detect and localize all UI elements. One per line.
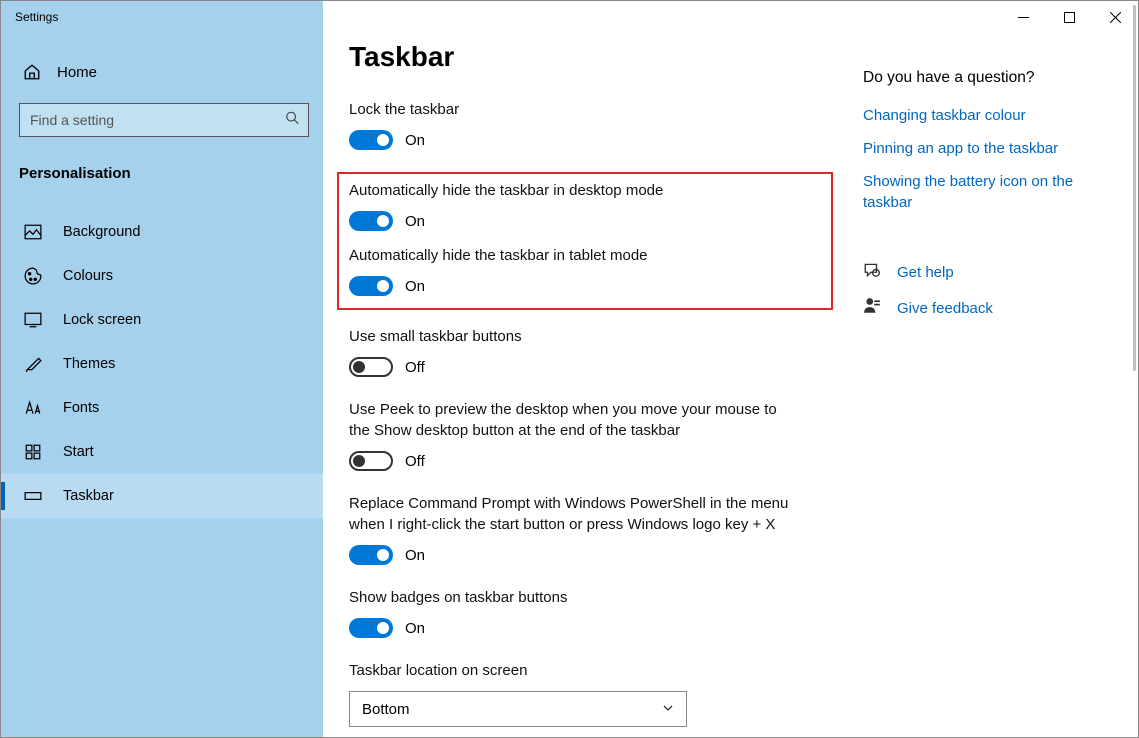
setting-powershell: Replace Command Prompt with Windows Powe… xyxy=(349,493,833,565)
setting-badges: Show badges on taskbar buttons On xyxy=(349,587,833,638)
sidebar-item-background[interactable]: Background xyxy=(1,210,323,254)
nav: Background Colours Lock screen Themes xyxy=(1,200,323,518)
toggle-state: Off xyxy=(405,453,425,470)
sidebar-item-lockscreen[interactable]: Lock screen xyxy=(1,298,323,342)
picture-icon xyxy=(23,223,43,241)
help-link-pin-app[interactable]: Pinning an app to the taskbar xyxy=(863,138,1101,159)
home-label: Home xyxy=(57,64,97,81)
sidebar-item-label: Fonts xyxy=(63,400,99,416)
get-help-label: Get help xyxy=(897,264,954,281)
get-help-link[interactable]: Get help xyxy=(863,261,1101,283)
toggle-state: On xyxy=(405,132,425,149)
toggle-state: On xyxy=(405,213,425,230)
window-controls xyxy=(1000,1,1138,33)
setting-label: Replace Command Prompt with Windows Powe… xyxy=(349,493,789,535)
setting-label: Show badges on taskbar buttons xyxy=(349,587,789,608)
toggle-powershell[interactable] xyxy=(349,545,393,565)
sidebar-item-label: Lock screen xyxy=(63,312,141,328)
app-title: Settings xyxy=(1,10,58,24)
home-nav[interactable]: Home xyxy=(1,33,323,81)
select-taskbar-location[interactable]: Bottom xyxy=(349,691,687,727)
toggle-state: Off xyxy=(405,359,425,376)
taskbar-icon xyxy=(23,487,43,505)
search-icon xyxy=(285,111,299,130)
toggle-lock-taskbar[interactable] xyxy=(349,130,393,150)
content-area: Taskbar Lock the taskbar On Automaticall… xyxy=(323,1,1138,737)
sidebar-item-fonts[interactable]: Fonts xyxy=(1,386,323,430)
setting-label: Use Peek to preview the desktop when you… xyxy=(349,399,789,441)
sidebar-item-taskbar[interactable]: Taskbar xyxy=(1,474,323,518)
palette-icon xyxy=(23,267,43,285)
highlighted-settings: Automatically hide the taskbar in deskto… xyxy=(337,172,833,310)
setting-label: Lock the taskbar xyxy=(349,99,789,120)
toggle-small-buttons[interactable] xyxy=(349,357,393,377)
setting-peek: Use Peek to preview the desktop when you… xyxy=(349,399,833,471)
scrollbar[interactable] xyxy=(1122,3,1136,735)
setting-label: Taskbar location on screen xyxy=(349,660,789,681)
setting-label: Automatically hide the taskbar in deskto… xyxy=(349,180,789,201)
setting-lock-taskbar: Lock the taskbar On xyxy=(349,99,833,150)
sidebar: Settings Home Personalisation Background xyxy=(1,1,323,737)
sidebar-item-themes[interactable]: Themes xyxy=(1,342,323,386)
grid-icon xyxy=(23,443,43,461)
section-label: Personalisation xyxy=(1,137,323,200)
monitor-icon xyxy=(23,311,43,329)
toggle-auto-hide-tablet[interactable] xyxy=(349,276,393,296)
sidebar-item-colours[interactable]: Colours xyxy=(1,254,323,298)
help-icon xyxy=(863,261,881,283)
toggle-state: On xyxy=(405,620,425,637)
sidebar-item-label: Start xyxy=(63,444,94,460)
setting-label: Use small taskbar buttons xyxy=(349,326,789,347)
setting-small-buttons: Use small taskbar buttons Off xyxy=(349,326,833,377)
toggle-peek[interactable] xyxy=(349,451,393,471)
help-question: Do you have a question? xyxy=(863,69,1101,87)
feedback-icon xyxy=(863,297,881,319)
fonts-icon xyxy=(23,399,43,417)
page-title: Taskbar xyxy=(349,41,833,73)
home-icon xyxy=(23,63,41,81)
sidebar-item-label: Background xyxy=(63,224,140,240)
sidebar-item-start[interactable]: Start xyxy=(1,430,323,474)
setting-auto-hide-desktop: Automatically hide the taskbar in deskto… xyxy=(349,180,821,231)
setting-label: Automatically hide the taskbar in tablet… xyxy=(349,245,789,266)
select-value: Bottom xyxy=(362,701,410,718)
toggle-state: On xyxy=(405,278,425,295)
maximize-button[interactable] xyxy=(1046,1,1092,33)
sidebar-item-label: Colours xyxy=(63,268,113,284)
give-feedback-label: Give feedback xyxy=(897,300,993,317)
toggle-auto-hide-desktop[interactable] xyxy=(349,211,393,231)
help-link-battery-icon[interactable]: Showing the battery icon on the taskbar xyxy=(863,171,1101,213)
settings-window: Settings Home Personalisation Background xyxy=(0,0,1139,738)
chevron-down-icon xyxy=(662,701,674,718)
setting-auto-hide-tablet: Automatically hide the taskbar in tablet… xyxy=(349,245,821,296)
main-column: Taskbar Lock the taskbar On Automaticall… xyxy=(323,1,863,737)
right-column: Do you have a question? Changing taskbar… xyxy=(863,1,1127,737)
give-feedback-link[interactable]: Give feedback xyxy=(863,297,1101,319)
toggle-state: On xyxy=(405,547,425,564)
search-input[interactable] xyxy=(19,103,309,137)
brush-icon xyxy=(23,355,43,373)
sidebar-item-label: Taskbar xyxy=(63,488,114,504)
toggle-badges[interactable] xyxy=(349,618,393,638)
minimize-button[interactable] xyxy=(1000,1,1046,33)
setting-location: Taskbar location on screen Bottom xyxy=(349,660,833,727)
help-link-taskbar-colour[interactable]: Changing taskbar colour xyxy=(863,105,1101,126)
search-box[interactable] xyxy=(19,103,309,137)
sidebar-item-label: Themes xyxy=(63,356,115,372)
scroll-thumb[interactable] xyxy=(1133,5,1136,371)
